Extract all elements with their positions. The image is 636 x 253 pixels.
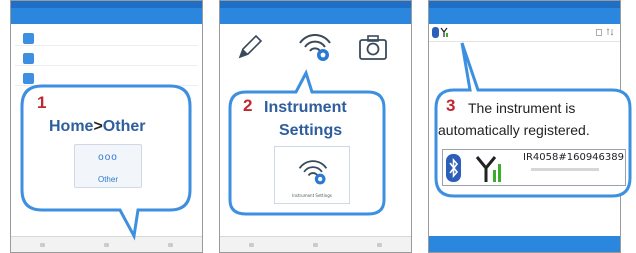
step-number: 3 <box>446 96 456 115</box>
registered-instrument-card[interactable]: IR4058#160946389 <box>442 149 626 186</box>
signal-antenna-icon <box>475 156 501 182</box>
callout-text: automatically registered. <box>438 122 590 138</box>
bluetooth-icon <box>446 154 461 182</box>
instruction-strip: 1 Home>Other ooo Other 2 Instrument Sett… <box>0 0 636 253</box>
callout-text: The instrument is <box>468 100 576 116</box>
instrument-serial: IR4058#160946389 <box>523 152 624 163</box>
